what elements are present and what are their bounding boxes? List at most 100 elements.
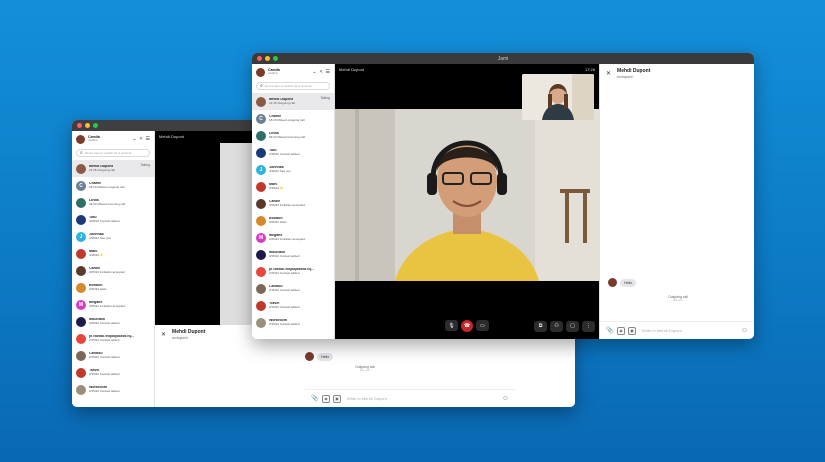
share-icon[interactable]: < xyxy=(140,136,143,142)
conversation-item[interactable]: Marc 4/18/22 ⭐ xyxy=(72,245,154,262)
call-note-time: just now xyxy=(360,369,370,373)
conversation-item[interactable]: M Megane 3/25/22 Invitation accepted xyxy=(252,229,334,246)
avatar xyxy=(76,282,86,293)
conversation-item[interactable]: Linda 09:32 Missed incoming call xyxy=(72,194,154,211)
avatar xyxy=(256,283,266,294)
conversation-status: 4/18/22 See you xyxy=(269,168,291,173)
remote-video xyxy=(335,109,599,281)
conversation-status: 3/25/22 Invitation accepted xyxy=(269,236,305,241)
conversation-status: 2/15/22 Contact added xyxy=(89,354,120,359)
account-header: Camila cadilloc ⌄ < ☰ xyxy=(252,64,334,80)
audio-message-icon[interactable]: ◉ xyxy=(322,394,330,403)
message-row: Hello xyxy=(305,352,334,361)
conversation-item[interactable]: C Charlie 18:23 Missed outgoing call xyxy=(252,110,334,127)
conversation-item[interactable]: Mehdi Dupont 21:45 Outgoing call Taking xyxy=(72,160,154,177)
avatar xyxy=(256,215,266,226)
conversation-item[interactable]: M Megane 3/25/22 Invitation accepted xyxy=(72,296,154,313)
avatar xyxy=(76,316,86,327)
search-input[interactable]: ⌕ Find a user or search for a convers... xyxy=(256,82,330,90)
conversation-item[interactable]: Tutu 4/18/22 Contact added xyxy=(72,211,154,228)
account-id: cadilloc xyxy=(268,71,279,76)
audio-message-icon[interactable]: ◉ xyxy=(617,326,625,335)
conversation-status: 3/25/22 Contact added xyxy=(89,320,120,325)
search-input[interactable]: ⌕ Find a user or search for a convers... xyxy=(76,149,150,157)
avatar[interactable] xyxy=(256,67,265,77)
conversation-status: 3/25/22 Hello xyxy=(89,286,107,291)
conversation-item[interactable]: Travel 2/15/22 Contact added xyxy=(252,297,334,314)
conversation-item[interactable]: Tutu 4/18/22 Contact added xyxy=(252,144,334,161)
camera-icon[interactable]: ▭ xyxy=(476,320,489,331)
conversation-item[interactable]: J Johnnas 4/18/22 See you xyxy=(252,161,334,178)
avatar xyxy=(76,248,86,259)
conversation-item[interactable]: Workroom 2/15/22 Contact added xyxy=(72,381,154,398)
emoji-icon[interactable]: ☺ xyxy=(741,327,748,334)
add-participant-icon[interactable]: ⚇ xyxy=(550,320,563,332)
conversation-item[interactable]: Bonbon 3/25/22 Hello xyxy=(72,279,154,296)
conversation-item[interactable]: Mountain 3/25/22 Contact added xyxy=(252,246,334,263)
window-controls xyxy=(77,123,98,128)
conversation-status: 2/15/22 Contact added xyxy=(269,270,300,275)
more-options-icon[interactable]: ⋮ xyxy=(582,320,595,332)
chat-header: ✕ Mehdi Dupont mdupont xyxy=(600,64,754,83)
conversation-status: 21:45 Outgoing call xyxy=(269,100,295,105)
avatar: C xyxy=(256,113,266,124)
chevron-down-icon[interactable]: ⌄ xyxy=(132,136,136,142)
conversation-item[interactable]: Carole 3/25/22 Invitation accepted xyxy=(72,262,154,279)
conversation-item[interactable]: J Johnnas 4/18/22 See you xyxy=(72,228,154,245)
conversation-item[interactable]: Travel 2/15/22 Contact added xyxy=(72,364,154,381)
conversation-item[interactable]: Caribou 2/15/22 Contact added xyxy=(72,347,154,364)
conversation-status: 4/18/22 ⭐ xyxy=(89,252,104,257)
conversation-status: 2/15/22 Contact added xyxy=(269,287,300,292)
share-icon[interactable]: < xyxy=(320,69,323,75)
minimize-window-button[interactable] xyxy=(85,123,90,128)
conversation-item[interactable]: Workroom 2/15/22 Contact added xyxy=(252,314,334,331)
message-input[interactable]: Write to Mehdi Dupont xyxy=(642,328,738,333)
conversation-item[interactable]: Bonbon 3/25/22 Hello xyxy=(252,212,334,229)
avatar[interactable] xyxy=(76,134,85,144)
avatar xyxy=(76,163,86,174)
conversation-item[interactable]: Caribou 2/15/22 Contact added xyxy=(252,280,334,297)
hang-up-button[interactable]: ☎ xyxy=(461,320,473,332)
call-controls: 🎙 ☎ ▭ ⧉ ⚇ ▢ ⋮ xyxy=(335,316,599,336)
message-input[interactable]: Write to Mehdi Dupont xyxy=(347,396,499,401)
close-window-button[interactable] xyxy=(77,123,82,128)
conversation-item[interactable]: Carole 3/25/22 Invitation accepted xyxy=(252,195,334,212)
conversation-item[interactable]: Mehdi Dupont 21:45 Outgoing call Taking xyxy=(252,93,334,110)
video-message-icon[interactable]: ▣ xyxy=(333,394,341,403)
search-placeholder: Find a user or search for a convers... xyxy=(84,151,134,155)
paperclip-icon[interactable]: 📎 xyxy=(606,327,614,335)
conversation-status: 2/15/22 Contact added xyxy=(269,321,300,326)
call-duration: 17:28 xyxy=(584,67,595,72)
avatar: J xyxy=(76,231,86,242)
avatar xyxy=(76,350,86,361)
close-icon[interactable]: ✕ xyxy=(606,70,611,77)
chat-panel: ✕ Mehdi Dupont mdupont Hello Outgoing cal… xyxy=(599,64,754,339)
conversation-item[interactable]: Marc 4/18/22 ⭐ xyxy=(252,178,334,195)
window-title: Jami xyxy=(497,55,509,62)
conversation-item[interactable]: C Charlie 18:23 Missed outgoing call xyxy=(72,177,154,194)
settings-icon[interactable]: ☰ xyxy=(146,136,150,142)
microphone-icon[interactable]: 🎙 xyxy=(445,320,458,331)
video-message-icon[interactable]: ▣ xyxy=(628,326,636,335)
settings-icon[interactable]: ☰ xyxy=(326,69,330,75)
maximize-window-button[interactable] xyxy=(93,123,98,128)
conversation-item[interactable]: Mountain 3/25/22 Contact added xyxy=(72,313,154,330)
call-peer-name: Mehdi Dupont xyxy=(159,134,184,139)
chevron-down-icon[interactable]: ⌄ xyxy=(312,69,316,75)
conversation-status: 4/18/22 See you xyxy=(89,235,111,240)
conversation-status: 4/18/22 Contact added xyxy=(269,151,300,156)
conversation-item[interactable]: Linda 09:32 Missed incoming call xyxy=(252,127,334,144)
search-icon: ⌕ xyxy=(260,83,263,89)
close-icon[interactable]: ✕ xyxy=(161,331,166,338)
conversation-list: Mehdi Dupont 21:45 Outgoing call Taking C Ch… xyxy=(72,160,154,398)
paperclip-icon[interactable]: 📎 xyxy=(311,395,319,403)
conversation-item[interactable]: jh7589867hkjkkjkkk9876j... 2/15/22 Contac… xyxy=(252,263,334,280)
share-screen-icon[interactable]: ⧉ xyxy=(534,320,547,332)
avatar xyxy=(305,352,314,361)
conversation-status: 4/18/22 Contact added xyxy=(89,218,120,223)
avatar xyxy=(256,249,266,260)
conversation-item[interactable]: jh7589867hkjkkjkkk9876j... 2/15/22 Contac… xyxy=(72,330,154,347)
status-badge: Taking xyxy=(140,163,150,167)
emoji-icon[interactable]: ☺ xyxy=(502,395,509,402)
chat-icon[interactable]: ▢ xyxy=(566,320,579,332)
